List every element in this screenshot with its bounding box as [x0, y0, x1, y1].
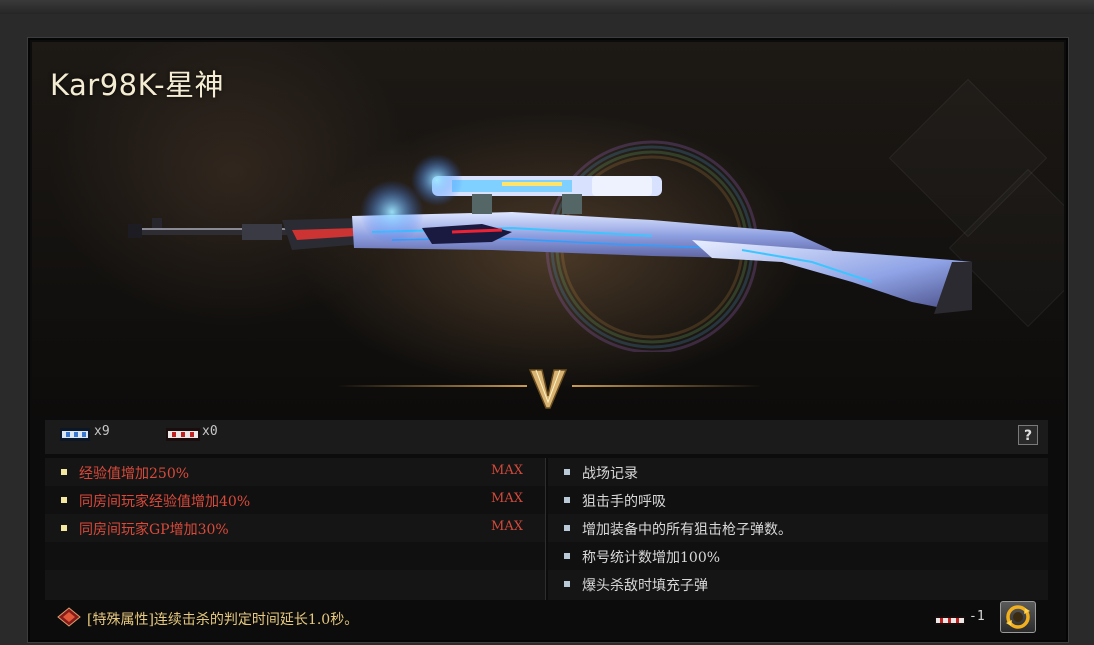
attribute-max: MAX	[491, 491, 523, 506]
slot-chip-blue-icon	[60, 428, 90, 441]
attribute-row: 经验值增加250% MAX	[45, 458, 545, 486]
special-attribute-text: [特殊属性]连续击杀的判定时间延长1.0秒。	[87, 612, 359, 628]
grade-divider-right	[572, 385, 762, 387]
attribute-row: 称号统计数增加100%	[548, 542, 1048, 570]
attribute-text: 增加装备中的所有狙击枪子弹数。	[582, 522, 792, 538]
attribute-text: 经验值增加250%	[79, 466, 190, 482]
special-attribute-bar: [特殊属性]连续击杀的判定时间延长1.0秒。 -1	[45, 601, 1048, 639]
slot-chip-red-count: x0	[202, 424, 218, 439]
attribute-text: 称号统计数增加100%	[582, 550, 721, 566]
attributes-right-column: 战场记录 狙击手的呼吸 增加装备中的所有狙击枪子弹数。 称号统计数增加100% …	[548, 458, 1048, 600]
help-button[interactable]: ?	[1018, 425, 1038, 445]
attributes-left-column: 经验值增加250% MAX 同房间玩家经验值增加40% MAX 同房间玩家GP增…	[45, 458, 545, 600]
attribute-text: 同房间玩家GP增加30%	[79, 522, 229, 538]
attributes-table: 经验值增加250% MAX 同房间玩家经验值增加40% MAX 同房间玩家GP增…	[45, 458, 1048, 600]
grade-v-emblem-icon	[528, 369, 568, 409]
slot-stats-bar: x9 x0 ?	[45, 420, 1048, 454]
attribute-row: 狙击手的呼吸	[548, 486, 1048, 514]
bullet-icon	[564, 553, 570, 559]
attribute-text: 爆头杀敌时填充子弹	[582, 578, 708, 594]
attribute-row-empty	[45, 570, 545, 600]
slot-chip-red-icon	[166, 428, 200, 441]
attribute-row: 增加装备中的所有狙击枪子弹数。	[548, 514, 1048, 542]
attribute-text: 狙击手的呼吸	[582, 494, 666, 510]
bullet-icon	[564, 581, 570, 587]
attribute-row: 同房间玩家经验值增加40% MAX	[45, 486, 545, 514]
attribute-row: 战场记录	[548, 458, 1048, 486]
weapon-detail-panel: Kar98K-星神 x9 x0 ? 经验值增加250% MAX 同房间玩家经验值…	[28, 38, 1068, 642]
bullet-icon	[61, 525, 67, 531]
attribute-text: 战场记录	[582, 466, 638, 482]
slot-chip-blue-count: x9	[94, 424, 110, 439]
attribute-max: MAX	[491, 519, 523, 534]
attribute-row: 同房间玩家GP增加30% MAX	[45, 514, 545, 542]
grade-divider-left	[337, 385, 527, 387]
bullet-icon	[564, 525, 570, 531]
attribute-row-empty	[45, 542, 545, 570]
bullet-icon	[564, 497, 570, 503]
top-strip	[0, 0, 1094, 14]
swap-arrows-icon	[1006, 605, 1030, 629]
special-attribute-icon	[57, 607, 81, 627]
column-divider	[545, 458, 546, 600]
cost-value: -1	[969, 609, 985, 624]
attribute-row: 爆头杀敌时填充子弹	[548, 570, 1048, 600]
bullet-icon	[564, 469, 570, 475]
attribute-text: 同房间玩家经验值增加40%	[79, 494, 251, 510]
attribute-max: MAX	[491, 463, 523, 478]
weapon-showcase: Kar98K-星神	[32, 42, 1064, 416]
bullet-icon	[61, 497, 67, 503]
bullet-icon	[61, 469, 67, 475]
weapon-name: Kar98K-星神	[50, 68, 225, 102]
cost-chip-icon	[935, 616, 965, 625]
weapon-image	[128, 140, 972, 352]
swap-button[interactable]	[1000, 601, 1036, 633]
